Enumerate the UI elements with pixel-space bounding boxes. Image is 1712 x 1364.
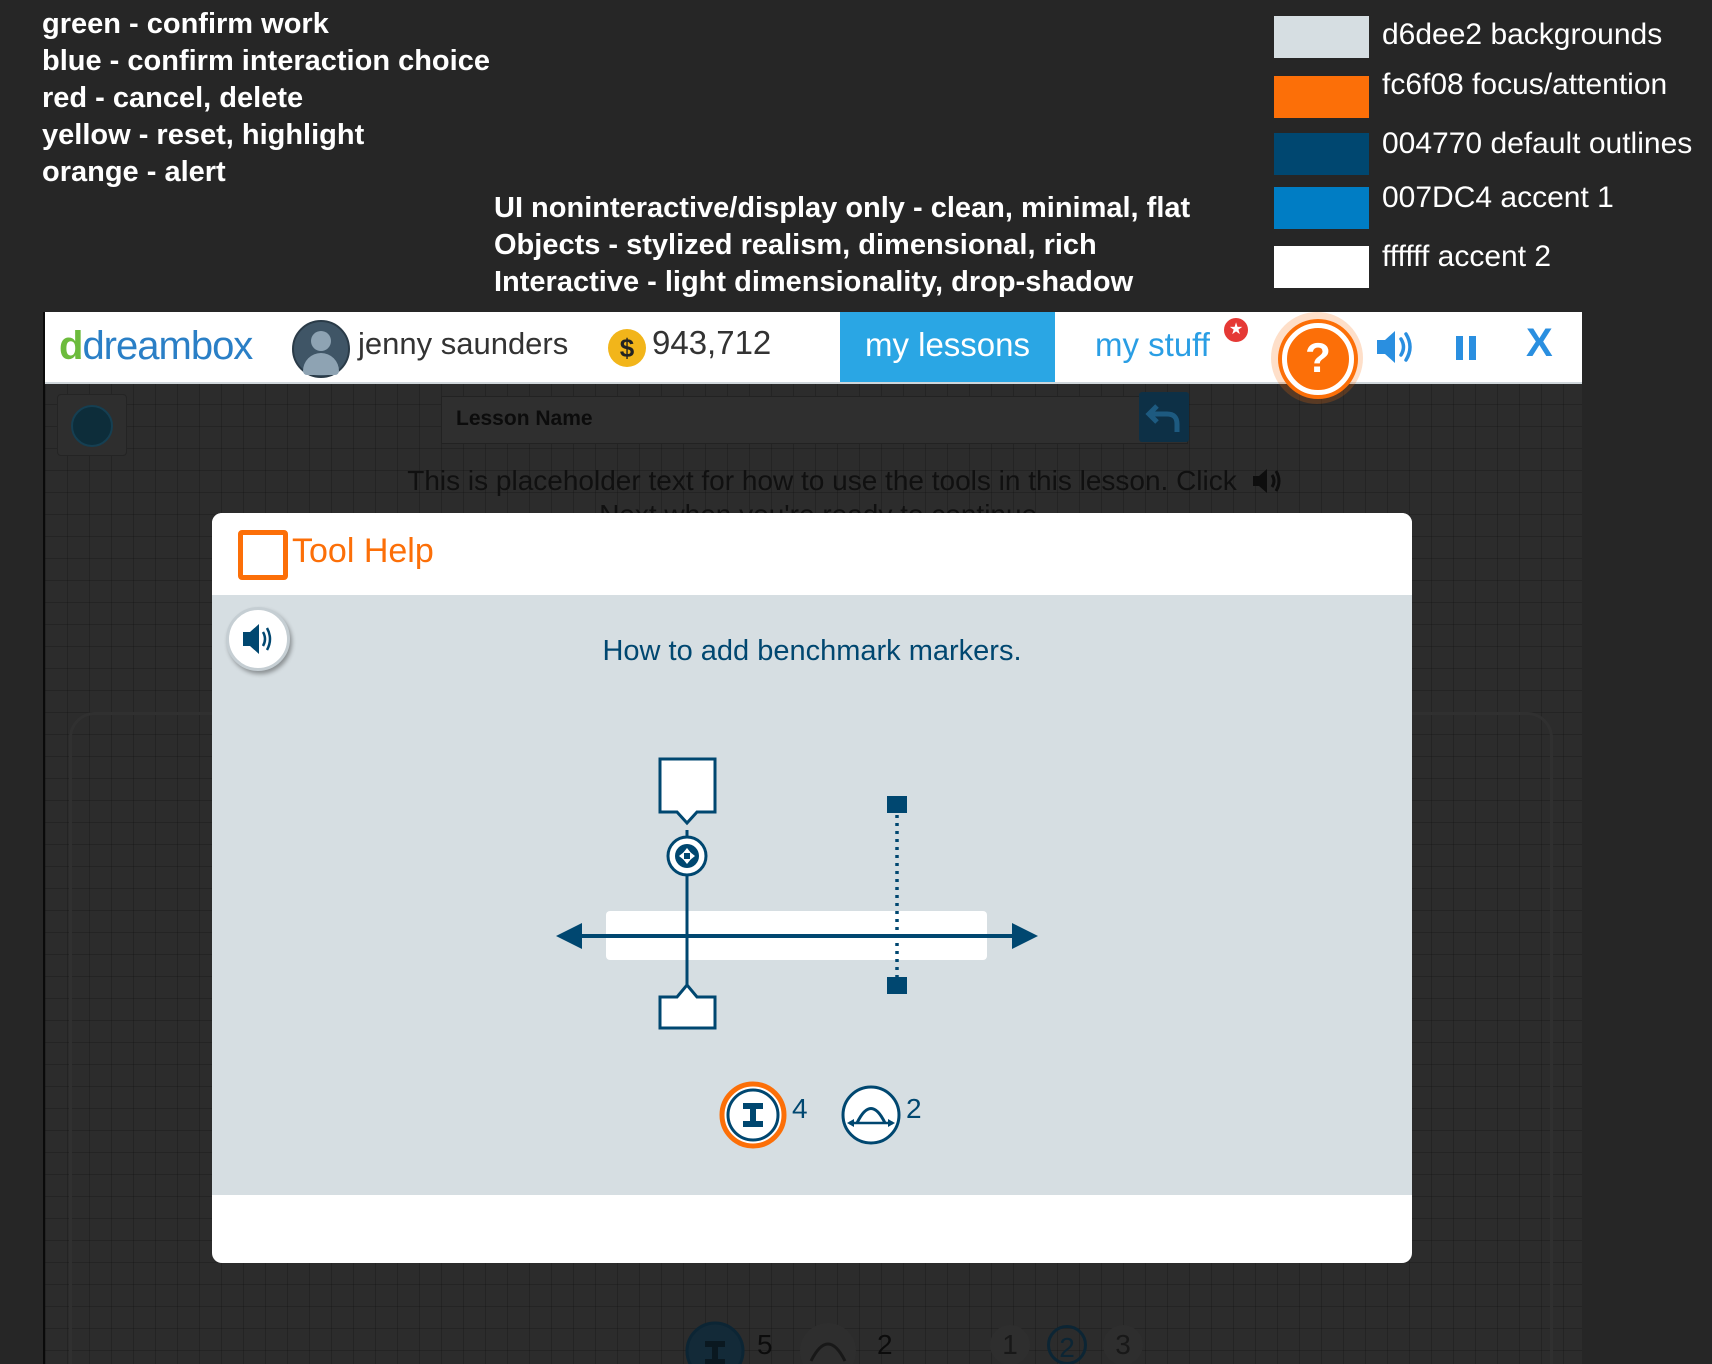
coin-balance: 943,712 — [652, 324, 772, 361]
color-rules-legend: green - confirm work blue - confirm inte… — [42, 6, 490, 191]
rule-line: orange - alert — [42, 156, 226, 188]
style-rules-legend: UI noninteractive/display only - clean, … — [494, 190, 1190, 301]
coin-icon: $ — [608, 329, 646, 367]
logo-text: dreambox — [82, 324, 253, 368]
undo-icon — [1145, 404, 1180, 432]
page-3-button[interactable]: 3 — [1103, 1325, 1143, 1364]
calendar-button[interactable] — [57, 394, 127, 456]
swatch-accent-2: ffffff accent 2 — [1274, 240, 1712, 290]
dreambox-logo[interactable]: ddreambox — [59, 324, 253, 370]
swatch-outlines: 004770 default outlines — [1274, 127, 1712, 177]
calendar-icon — [71, 405, 113, 447]
undo-button[interactable] — [1139, 392, 1189, 442]
tab-my-stuff[interactable]: my stuff — [1095, 312, 1210, 382]
lesson-name: Lesson Name — [456, 407, 593, 430]
swatch-label: 007DC4 accent 1 — [1382, 181, 1614, 214]
benchmark-tool-icon[interactable] — [685, 1317, 755, 1364]
rule-line: red - cancel, delete — [42, 82, 304, 114]
dialog-header: Tool Help — [212, 513, 1412, 595]
speaker-icon — [1377, 331, 1412, 363]
jump-tool-count: 2 — [906, 1093, 922, 1124]
benchmark-tool-count: 4 — [792, 1093, 808, 1124]
swatch-color — [1274, 16, 1369, 58]
style-line: Objects - stylized realism, dimensional,… — [494, 229, 1097, 261]
swatch-label: fc6f08 focus/attention — [1382, 68, 1668, 101]
swatch-color — [1274, 133, 1369, 175]
right-arrow-icon — [1012, 923, 1038, 949]
avatar[interactable] — [292, 320, 350, 378]
rule-line: blue - confirm interaction choice — [42, 45, 490, 77]
swatch-focus: fc6f08 focus/attention — [1274, 68, 1712, 120]
top-bar: ddreambox jenny saunders $ 943,712 my le… — [45, 312, 1582, 404]
swatch-label: ffffff accent 2 — [1382, 240, 1552, 273]
speaker-button[interactable] — [1371, 324, 1421, 370]
tool-count: 5 — [757, 1329, 773, 1360]
swatch-color — [1274, 76, 1369, 118]
star-badge-icon: ★ — [1222, 316, 1250, 344]
help-button[interactable]: ? — [1271, 312, 1363, 404]
move-handle-icon[interactable] — [666, 835, 708, 877]
preview-marker-top — [887, 796, 907, 813]
left-arrow-icon — [556, 923, 582, 949]
lesson-name-bar: Lesson Name — [441, 396, 1188, 444]
style-line: Interactive - light dimensionality, drop… — [494, 266, 1134, 298]
bottom-toolbar: 5 2 1 2 3 — [685, 1317, 1285, 1364]
lesson-speaker-icon[interactable] — [1250, 464, 1286, 498]
rule-line: green - confirm work — [42, 8, 329, 40]
tab-my-lessons[interactable]: my lessons — [840, 312, 1055, 382]
preview-marker-bottom — [887, 977, 907, 994]
benchmark-label-bottom[interactable] — [658, 982, 717, 1030]
swatch-backgrounds: d6dee2 backgrounds — [1274, 16, 1712, 60]
dialog-body: How to add benchmark markers. 4 2 — [212, 595, 1412, 1195]
benchmark-tool-button[interactable] — [718, 1080, 788, 1150]
username: jenny saunders — [358, 326, 569, 361]
close-button[interactable]: X — [1526, 321, 1553, 366]
style-line: UI noninteractive/display only - clean, … — [494, 192, 1191, 224]
page-2-button[interactable]: 2 — [1047, 1325, 1087, 1364]
swatch-label: d6dee2 backgrounds — [1382, 18, 1663, 51]
logo-mark: d — [59, 324, 83, 368]
jump-tool-icon[interactable] — [795, 1317, 865, 1364]
swatch-accent-1: 007DC4 accent 1 — [1274, 181, 1712, 231]
pause-icon — [1456, 336, 1476, 360]
help-icon: ? — [1282, 323, 1354, 395]
dialog-title: Tool Help — [292, 532, 434, 570]
number-line-diagram — [556, 757, 1038, 1030]
benchmark-label-top[interactable] — [658, 757, 717, 826]
page-1-button[interactable]: 1 — [990, 1325, 1030, 1364]
rule-line: yellow - reset, highlight — [42, 119, 365, 151]
close-icon: X — [1526, 321, 1553, 365]
pause-button[interactable] — [1447, 324, 1497, 370]
tool-help-dialog: Tool Help How to add benchmark markers. — [212, 513, 1412, 1263]
swatch-color — [1274, 187, 1369, 229]
tool-help-icon — [238, 530, 288, 580]
swatch-color — [1274, 246, 1369, 288]
instruction-text: How to add benchmark markers. — [602, 635, 1022, 667]
swatch-label: 004770 default outlines — [1382, 127, 1693, 160]
jump-tool-button[interactable] — [840, 1084, 902, 1146]
tool-count: 2 — [877, 1329, 893, 1360]
